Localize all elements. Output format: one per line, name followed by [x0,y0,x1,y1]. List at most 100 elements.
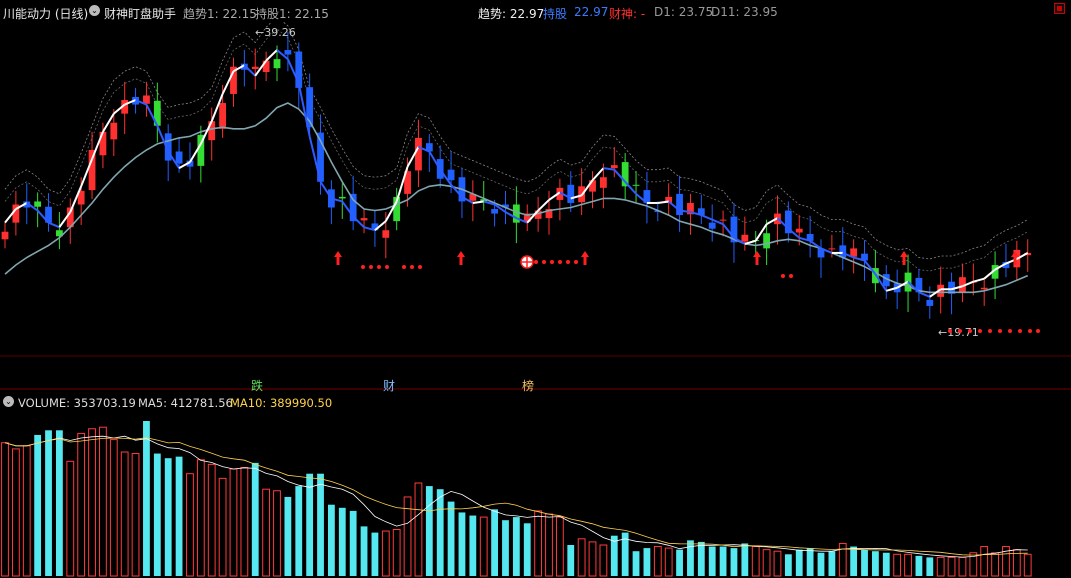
volume-bar [915,555,923,576]
signal-rank: 榜 [522,379,535,393]
volume-bar [773,550,782,577]
trend-line-segment [918,291,931,298]
price-chart[interactable]: ←39.26 ←19.71 [0,22,1071,390]
candle-body [415,137,422,171]
volume-bar [730,548,738,576]
signal-dot [1036,329,1040,333]
trend-value: 趋势: 22.97 [478,7,545,21]
volume-bar [328,504,335,576]
volume-bar [610,535,618,576]
signal-dot [558,260,562,264]
indicator-name[interactable]: 财神盯盘助手 [104,5,176,22]
signal-dot [978,329,982,333]
signal-dot [385,265,389,269]
volume-bar [56,430,63,576]
volume-chart[interactable] [0,410,1071,578]
volume-bar [980,546,989,577]
candle-body [175,151,183,164]
volume-bar [741,543,749,576]
close-icon[interactable] [1054,3,1065,14]
volume-bar [751,546,760,577]
stock-title[interactable]: 川能动力 (日线) [3,5,88,22]
volume-bar [381,530,390,577]
volume-bar [762,549,771,577]
signal-dot [542,260,546,264]
volume-bar [109,439,118,577]
d1-value: D1: 23.75 [654,5,714,19]
volume-bar [1023,553,1032,577]
volume-bar [643,548,651,576]
volume-bar [317,473,324,576]
buy-arrow-icon [581,251,589,265]
signal-dot [410,265,414,269]
volume-bar [555,516,564,577]
volume-bar [447,501,455,576]
trend-line-segment [603,167,615,171]
signal-dot [369,265,373,269]
buy-arrow-icon [334,251,342,265]
buy-arrow-icon [753,251,761,265]
volume-value: VOLUME: 353703.19 [18,396,136,410]
chevron-down-icon[interactable]: ⌄ [89,5,100,16]
volume-bar [229,468,238,577]
volume-bar [436,489,444,576]
candle-body [491,209,498,214]
signal-dot [968,329,972,333]
candle-body [741,234,749,242]
volume-bar [664,547,673,577]
volume-bar [164,458,172,576]
volume-bar [196,459,205,577]
volume-bar [22,445,31,577]
volume-bar [284,496,292,576]
signal-dot [948,329,952,333]
trend-line-segment [700,214,713,221]
volume-bar [936,556,945,577]
signal-fall: 跌 [251,379,264,393]
candle-body [338,196,346,199]
candle-body [600,177,607,188]
signal-dot [958,329,962,333]
volume-bar [893,553,902,577]
signal-dot [781,274,785,278]
signal-dot [574,260,578,264]
volume-bar [262,488,271,577]
signal-dot [566,260,570,264]
volume-bar [218,477,227,577]
signal-dot [988,329,992,333]
volume-bar [425,486,433,576]
volume-bar [958,556,967,577]
hold1-value: 持股1: 22.15 [255,7,329,21]
volume-bar [34,434,42,576]
volume-bar [817,552,825,576]
chevron-down-icon[interactable]: ⌄ [3,396,14,407]
volume-bar [653,546,662,577]
volume-bar [153,453,161,576]
volume-bar [360,526,368,576]
candle-body [828,248,836,250]
volume-bar [567,545,575,576]
signal-dot [998,329,1002,333]
ma10-value: MA10: 389990.50 [230,396,333,410]
signal-dot [377,265,381,269]
volume-bar [861,549,868,576]
volume-bar [77,432,86,577]
volume-bar [273,490,281,577]
volume-bar [882,552,890,576]
volume-bar [207,463,216,577]
volume-bar [534,510,543,577]
volume-bar [545,513,553,577]
volume-bar [687,540,694,576]
volume-bar [349,510,357,576]
volume-bar [414,482,423,577]
volume-header: ⌄ VOLUME: 353703.19 MA5: 412781.56 MA10:… [0,393,1071,411]
volume-bar [719,546,727,576]
god-value: 财神: - [609,7,646,21]
volume-bar [676,549,683,576]
signal-dot [361,265,365,269]
volume-bar [392,529,401,577]
buy-arrow-icon [457,251,465,265]
d11-value: D11: 23.95 [711,5,778,19]
signal-dot [789,274,793,278]
volume-bar [599,544,608,577]
signal-dot [402,265,406,269]
